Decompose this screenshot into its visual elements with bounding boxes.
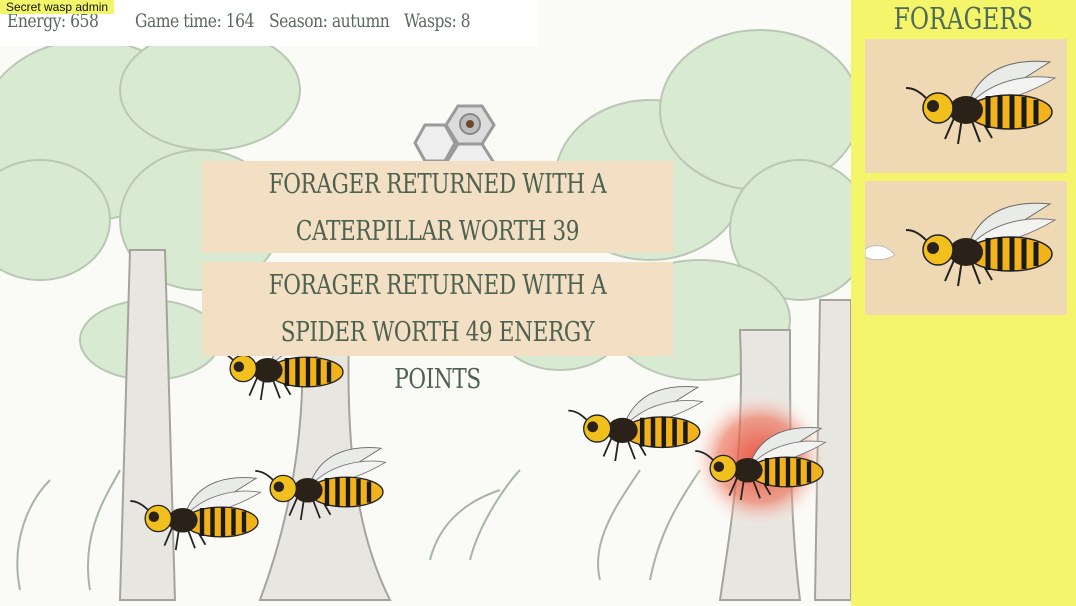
sidebar-title-text: Foragers bbox=[893, 2, 1034, 37]
hud-bar: Secret wasp admin Energy: 658 Game time:… bbox=[0, 0, 538, 46]
foragers-sidebar: Foragers bbox=[851, 0, 1076, 606]
forager-card[interactable] bbox=[865, 181, 1067, 315]
season-value: autumn bbox=[331, 10, 390, 32]
forager-wasp-icon bbox=[865, 39, 1067, 173]
forager-message: Forager returned with a spider worth 49 … bbox=[202, 262, 673, 395]
game-time-value: 164 bbox=[225, 10, 255, 32]
forager-wasp-icon bbox=[865, 181, 1067, 315]
game-time-label: Game time: bbox=[135, 10, 222, 32]
forager-message: Forager returned with a caterpillar wort… bbox=[202, 161, 673, 294]
game-scene[interactable]: Secret wasp admin Energy: 658 Game time:… bbox=[0, 0, 851, 606]
forager-message-text: Forager returned with a spider worth 49 … bbox=[268, 270, 607, 395]
wasps-label: Wasps: bbox=[404, 10, 457, 32]
wasps-value: 8 bbox=[460, 10, 471, 32]
sidebar-title: Foragers bbox=[851, 2, 1076, 37]
secret-admin-link[interactable]: Secret wasp admin bbox=[0, 0, 115, 14]
game-time-stat: Game time: 164 bbox=[135, 10, 254, 32]
forager-card[interactable] bbox=[865, 39, 1067, 173]
wasps-stat: Wasps: 8 bbox=[404, 10, 471, 32]
season-stat: Season: autumn bbox=[269, 10, 390, 32]
season-label: Season: bbox=[269, 10, 328, 32]
